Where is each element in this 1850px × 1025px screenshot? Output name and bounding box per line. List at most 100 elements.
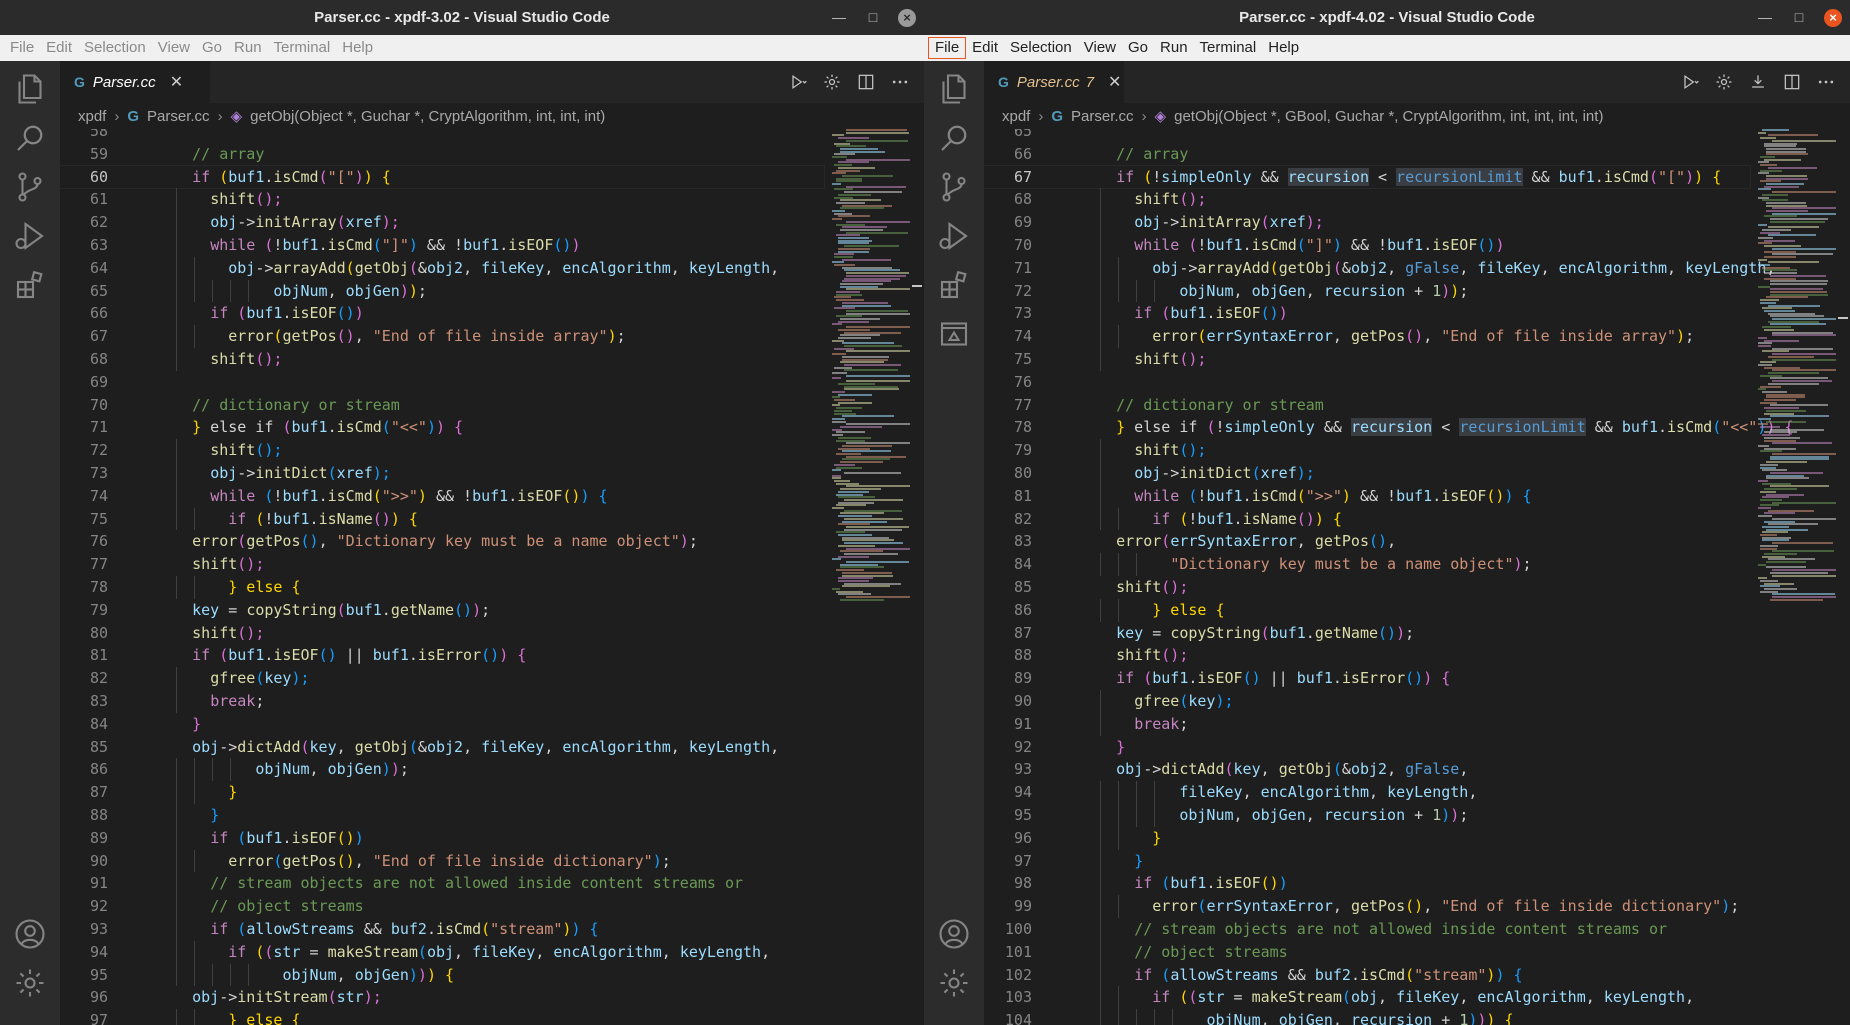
open-changes-icon[interactable] <box>1748 72 1768 92</box>
code-line[interactable]: 62 obj->initArray(xref); <box>60 211 824 234</box>
close-window-button[interactable]: × <box>1824 8 1842 27</box>
code-line[interactable]: 81 while (!buf1.isCmd(">>") && !buf1.isE… <box>984 484 1750 508</box>
code-line[interactable]: 98 if (buf1.isEOF()) <box>984 872 1750 896</box>
code-line[interactable]: 95 objNum, objGen))) { <box>60 963 824 987</box>
menu-file[interactable]: File <box>4 37 40 59</box>
menu-go[interactable]: Go <box>196 37 228 59</box>
code-line[interactable]: 91 break; <box>984 712 1750 736</box>
vertical-scrollbar[interactable] <box>1836 129 1850 1025</box>
code-line[interactable]: 70 // dictionary or stream <box>60 394 824 417</box>
code-line[interactable]: 64 obj->arrayAdd(getObj(&obj2, fileKey, … <box>60 256 824 280</box>
code-line[interactable]: 90 gfree(key); <box>984 690 1750 713</box>
minimap[interactable] <box>830 129 913 1025</box>
split-editor-icon[interactable] <box>856 72 876 92</box>
code-line[interactable]: 73 obj->initDict(xref); <box>60 462 824 485</box>
code-line[interactable]: 60 if (buf1.isCmd("[")) { <box>60 164 825 190</box>
code-line[interactable]: 74 while (!buf1.isCmd(">>") && !buf1.isE… <box>60 484 824 508</box>
code-line[interactable]: 83 break; <box>60 690 824 713</box>
code-line[interactable]: 66 // array <box>984 143 1750 166</box>
code-line[interactable]: 86 } else { <box>984 598 1750 622</box>
code-line[interactable]: 100 // stream objects are not allowed in… <box>984 918 1750 941</box>
code-line[interactable]: 71 } else if (buf1.isCmd("<<")) { <box>60 416 824 439</box>
code-line[interactable]: 81 if (buf1.isEOF() || buf1.isError()) { <box>60 644 824 667</box>
breadcrumb-folder[interactable]: xpdf <box>78 108 106 125</box>
code-line[interactable]: 103 if ((str = makeStream(obj, fileKey, … <box>984 986 1750 1010</box>
more-icon[interactable] <box>1816 72 1836 92</box>
code-line[interactable]: 87 } <box>60 781 824 804</box>
menu-file[interactable]: File <box>928 37 967 59</box>
code-line[interactable]: 77 // dictionary or stream <box>984 394 1750 417</box>
files-icon[interactable] <box>936 71 972 107</box>
maximize-button[interactable]: □ <box>1782 0 1816 35</box>
menu-help[interactable]: Help <box>336 37 379 59</box>
code-line[interactable]: 92 // object streams <box>60 895 824 918</box>
code-line[interactable]: 65 objNum, objGen)); <box>60 279 824 303</box>
code-line[interactable]: 101 // object streams <box>984 940 1750 964</box>
code-line[interactable]: 95 objNum, objGen, recursion + 1)); <box>984 804 1750 827</box>
breadcrumb-symbol[interactable]: getObj(Object *, GBool, Guchar *, CryptA… <box>1174 108 1603 125</box>
code-line[interactable]: 83 error(errSyntaxError, getPos(), <box>984 530 1750 553</box>
code-line[interactable]: 88 } <box>60 804 824 827</box>
vertical-scrollbar[interactable] <box>910 129 924 1025</box>
source-control-icon[interactable] <box>12 169 48 205</box>
code-line[interactable]: 73 if (buf1.isEOF()) <box>984 302 1750 326</box>
code-line[interactable]: 84 "Dictionary key must be a name object… <box>984 553 1750 576</box>
run-debug-icon[interactable] <box>12 218 48 254</box>
code-line[interactable]: 79 shift(); <box>984 439 1750 462</box>
code-line[interactable]: 74 error(errSyntaxError, getPos(), "End … <box>984 325 1750 348</box>
code-line[interactable]: 63 while (!buf1.isCmd("]") && !buf1.isEO… <box>60 234 824 257</box>
code-line[interactable]: 75 shift(); <box>984 348 1750 371</box>
code-line[interactable]: 72 objNum, objGen, recursion + 1)); <box>984 279 1750 303</box>
code-line[interactable]: 58 <box>60 129 824 143</box>
code-line[interactable]: 80 shift(); <box>60 622 824 645</box>
code-line[interactable]: 78 } else if (!simpleOnly && recursion <… <box>984 416 1793 439</box>
manage-gear-icon[interactable] <box>12 965 48 1001</box>
breadcrumb-symbol[interactable]: getObj(Object *, Guchar *, CryptAlgorith… <box>250 108 605 125</box>
code-line[interactable]: 91 // stream objects are not allowed ins… <box>60 872 824 896</box>
menu-view[interactable]: View <box>152 37 196 59</box>
code-editor[interactable]: 58 59 // array 60 if (buf1.isCmd("[")) {61… <box>60 129 924 1025</box>
code-line[interactable]: 76 <box>984 371 1750 394</box>
extensions-icon[interactable] <box>12 267 48 303</box>
code-line[interactable]: 69 <box>60 371 824 394</box>
code-line[interactable]: 68 shift(); <box>60 348 824 371</box>
run-icon[interactable] <box>788 72 808 92</box>
code-line[interactable]: 94 fileKey, encAlgorithm, keyLength, <box>984 781 1750 804</box>
code-line[interactable]: 89 if (buf1.isEOF() || buf1.isError()) { <box>984 667 1750 690</box>
code-line[interactable]: 67 if (!simpleOnly && recursion < recurs… <box>984 164 1751 190</box>
code-line[interactable]: 94 if ((str = makeStream(obj, fileKey, e… <box>60 940 824 964</box>
files-icon[interactable] <box>12 71 48 107</box>
gear-icon[interactable] <box>822 72 842 92</box>
menu-edit[interactable]: Edit <box>966 37 1004 59</box>
code-line[interactable]: 85 obj->dictAdd(key, getObj(&obj2, fileK… <box>60 736 824 759</box>
code-line[interactable]: 65 <box>984 129 1750 143</box>
close-tab-icon[interactable]: ✕ <box>1108 72 1121 92</box>
code-editor[interactable]: 65 66 // array 67 if (!simpleOnly && recur… <box>984 129 1850 1025</box>
run-icon[interactable] <box>1680 72 1700 92</box>
code-line[interactable]: 69 obj->initArray(xref); <box>984 211 1750 234</box>
breadcrumb-file[interactable]: Parser.cc <box>1071 108 1134 125</box>
editor-tab-parser[interactable]: G Parser.cc ✕ <box>60 61 210 103</box>
close-window-button[interactable]: × <box>898 8 916 27</box>
code-line[interactable]: 77 shift(); <box>60 553 824 576</box>
maximize-button[interactable]: □ <box>856 0 890 35</box>
more-icon[interactable] <box>890 72 910 92</box>
code-line[interactable]: 75 if (!buf1.isName()) { <box>60 507 824 531</box>
code-line[interactable]: 87 key = copyString(buf1.getName()); <box>984 622 1750 645</box>
code-line[interactable]: 66 if (buf1.isEOF()) <box>60 302 824 326</box>
menu-help[interactable]: Help <box>1262 37 1305 59</box>
code-line[interactable]: 99 error(errSyntaxError, getPos(), "End … <box>984 895 1750 918</box>
code-line[interactable]: 80 obj->initDict(xref); <box>984 462 1750 485</box>
code-line[interactable]: 59 // array <box>60 143 824 166</box>
remote-explorer-icon[interactable] <box>936 316 972 352</box>
code-line[interactable]: 102 if (allowStreams && buf2.isCmd("stre… <box>984 963 1750 987</box>
minimize-button[interactable]: — <box>1748 0 1782 35</box>
menu-edit[interactable]: Edit <box>40 37 78 59</box>
manage-gear-icon[interactable] <box>936 965 972 1001</box>
code-line[interactable]: 86 objNum, objGen)); <box>60 758 824 782</box>
code-line[interactable]: 68 shift(); <box>984 188 1750 212</box>
account-icon[interactable] <box>12 916 48 952</box>
code-line[interactable]: 78 } else { <box>60 576 824 599</box>
menu-terminal[interactable]: Terminal <box>1194 37 1263 59</box>
close-tab-icon[interactable]: ✕ <box>170 72 183 92</box>
